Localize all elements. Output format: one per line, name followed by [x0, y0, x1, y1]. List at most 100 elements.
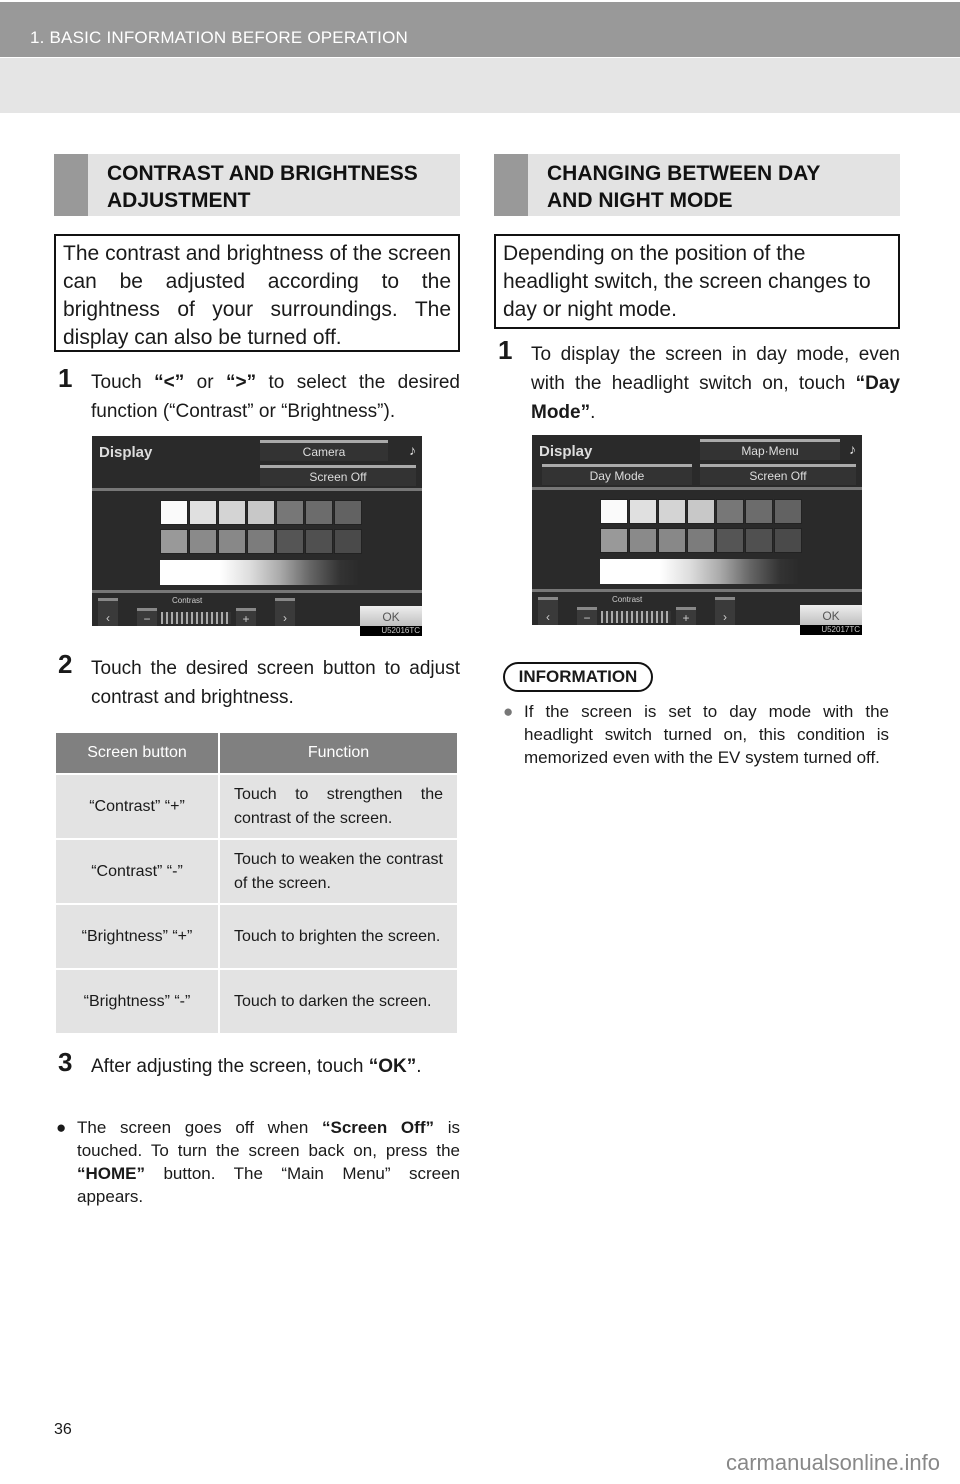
information-tag: INFORMATION — [503, 662, 653, 692]
pattern-swatch — [745, 499, 773, 524]
pattern-swatch — [687, 499, 715, 524]
bullet-icon: ● — [56, 1118, 67, 1137]
ok-button[interactable]: OK — [360, 606, 422, 628]
control-label: Contrast — [612, 595, 643, 604]
step-text: After adjusting the screen, touch “OK”. — [91, 1052, 460, 1081]
display-screenshot-contrast: Display Camera ♪ Screen Off ‹ Contrast −… — [92, 436, 422, 636]
screen-title: Display — [99, 444, 153, 461]
note-screen-off: ● The screen goes off when “Screen Off” … — [56, 1116, 460, 1208]
column-header: Screen button — [54, 731, 220, 775]
watermark: carmanualsonline.info — [725, 1450, 940, 1475]
step-number: 1 — [498, 335, 513, 365]
section-heading-text: CHANGING BETWEEN DAY AND NIGHT MODE — [547, 160, 820, 214]
music-note-icon: ♪ — [409, 442, 416, 458]
image-code: U52016TC — [360, 626, 422, 636]
pattern-swatch — [334, 529, 362, 554]
info-note-day-mode: ● If the screen is set to day mode with … — [503, 700, 889, 769]
pattern-swatch — [276, 500, 304, 525]
music-note-icon: ♪ — [849, 441, 856, 457]
section-heading-bar — [54, 154, 88, 216]
home-ref: “HOME” — [77, 1164, 145, 1183]
text: . — [590, 402, 596, 423]
pattern-swatch — [160, 529, 188, 554]
pattern-swatch — [247, 529, 275, 554]
step-number: 2 — [58, 649, 73, 679]
pattern-swatch — [716, 499, 744, 524]
pattern-swatch — [600, 499, 628, 524]
step-text: Touch “<” or “>” to select the desired f… — [91, 368, 460, 426]
table-cell: Touch to strengthen the contrast of the … — [218, 773, 459, 840]
step-3-contrast: 3 After adjusting the screen, touch “OK”… — [58, 1048, 460, 1081]
section-heading-text: CONTRAST AND BRIGHTNESS ADJUSTMENT — [107, 160, 418, 214]
heading-line-2: ADJUSTMENT — [107, 189, 251, 212]
pattern-swatch — [218, 529, 246, 554]
screen-title: Display — [539, 443, 593, 460]
chapter-header: 1. BASIC INFORMATION BEFORE OPERATION — [0, 2, 960, 57]
table-cell: “Brightness” “+” — [54, 903, 220, 970]
heading-line-1: CHANGING BETWEEN DAY — [547, 162, 821, 185]
column-header: Function — [218, 731, 459, 775]
pattern-swatch — [658, 528, 686, 553]
text: To display the screen in day mode, even … — [531, 344, 900, 394]
table-header-row: Screen button Function — [54, 731, 459, 775]
gray-ramp — [160, 560, 360, 585]
image-margin — [92, 626, 360, 636]
level-meter — [601, 611, 671, 623]
note-text: The screen goes off when “Screen Off” is… — [77, 1116, 460, 1208]
table-cell: Touch to weaken the contrast of the scre… — [218, 838, 459, 905]
function-table: Screen button Function “Contrast” “+” Tou… — [54, 731, 459, 1035]
pattern-swatch — [160, 500, 188, 525]
ok-ref: “OK” — [368, 1056, 417, 1077]
chapter-title: 1. BASIC INFORMATION BEFORE OPERATION — [30, 28, 408, 47]
pattern-swatch — [687, 528, 715, 553]
step-1-day-mode: 1 To display the screen in day mode, eve… — [498, 336, 900, 427]
divider — [92, 488, 422, 491]
pattern-swatch — [334, 500, 362, 525]
pattern-swatch — [305, 529, 333, 554]
table-cell: Touch to brighten the screen. — [218, 903, 459, 970]
step-text: To display the screen in day mode, even … — [531, 340, 900, 427]
pattern-swatch — [305, 500, 333, 525]
pattern-swatch — [218, 500, 246, 525]
section-heading-day-night: CHANGING BETWEEN DAY AND NIGHT MODE — [494, 154, 900, 216]
screen-off-button[interactable]: Screen Off — [260, 465, 416, 486]
intro-box-day-night: Depending on the position of the headlig… — [494, 234, 900, 329]
table-row: “Brightness” “+” Touch to brighten the sc… — [54, 903, 459, 970]
header-band — [0, 58, 960, 113]
table-row: “Contrast” “+” Touch to strengthen the co… — [54, 773, 459, 840]
heading-line-2: AND NIGHT MODE — [547, 189, 733, 212]
pattern-swatch — [774, 528, 802, 553]
ok-button[interactable]: OK — [800, 605, 862, 627]
left-arrow-ref: “<” — [154, 372, 185, 393]
camera-button[interactable]: Camera — [260, 440, 388, 461]
text: Touch — [91, 372, 155, 393]
table-cell: “Brightness” “-” — [54, 968, 220, 1035]
screen-off-button[interactable]: Screen Off — [700, 464, 856, 485]
divider — [92, 590, 422, 593]
map-menu-button[interactable]: Map·Menu — [700, 439, 840, 460]
display-screenshot-day-mode: Display Map·Menu ♪ Day Mode Screen Off ‹… — [532, 435, 862, 635]
image-code: U52017TC — [800, 625, 862, 635]
divider — [532, 487, 862, 490]
table-cell: “Contrast” “+” — [54, 773, 220, 840]
table-cell: “Contrast” “-” — [54, 838, 220, 905]
step-number: 3 — [58, 1047, 73, 1077]
step-text: Touch the desired screen button to adjus… — [91, 658, 460, 708]
table-cell: Touch to darken the screen. — [218, 968, 459, 1035]
table-row: “Brightness” “-” Touch to darken the scre… — [54, 968, 459, 1035]
page-number: 36 — [54, 1421, 72, 1438]
pattern-swatch — [629, 528, 657, 553]
pattern-swatch — [600, 528, 628, 553]
step-1-contrast: 1 Touch “<” or “>” to select the desired… — [58, 364, 460, 426]
step-number: 1 — [58, 363, 73, 393]
text: After adjusting the screen, touch — [91, 1056, 369, 1077]
pattern-swatch — [247, 500, 275, 525]
image-margin — [532, 625, 800, 635]
step-2-contrast: 2 Touch the desired screen button to adj… — [58, 650, 460, 712]
text: The screen goes off when — [77, 1118, 323, 1137]
pattern-swatch — [716, 528, 744, 553]
day-mode-button[interactable]: Day Mode — [542, 464, 692, 485]
pattern-swatch — [629, 499, 657, 524]
bullet-icon: ● — [503, 702, 514, 721]
gray-ramp — [600, 559, 800, 584]
